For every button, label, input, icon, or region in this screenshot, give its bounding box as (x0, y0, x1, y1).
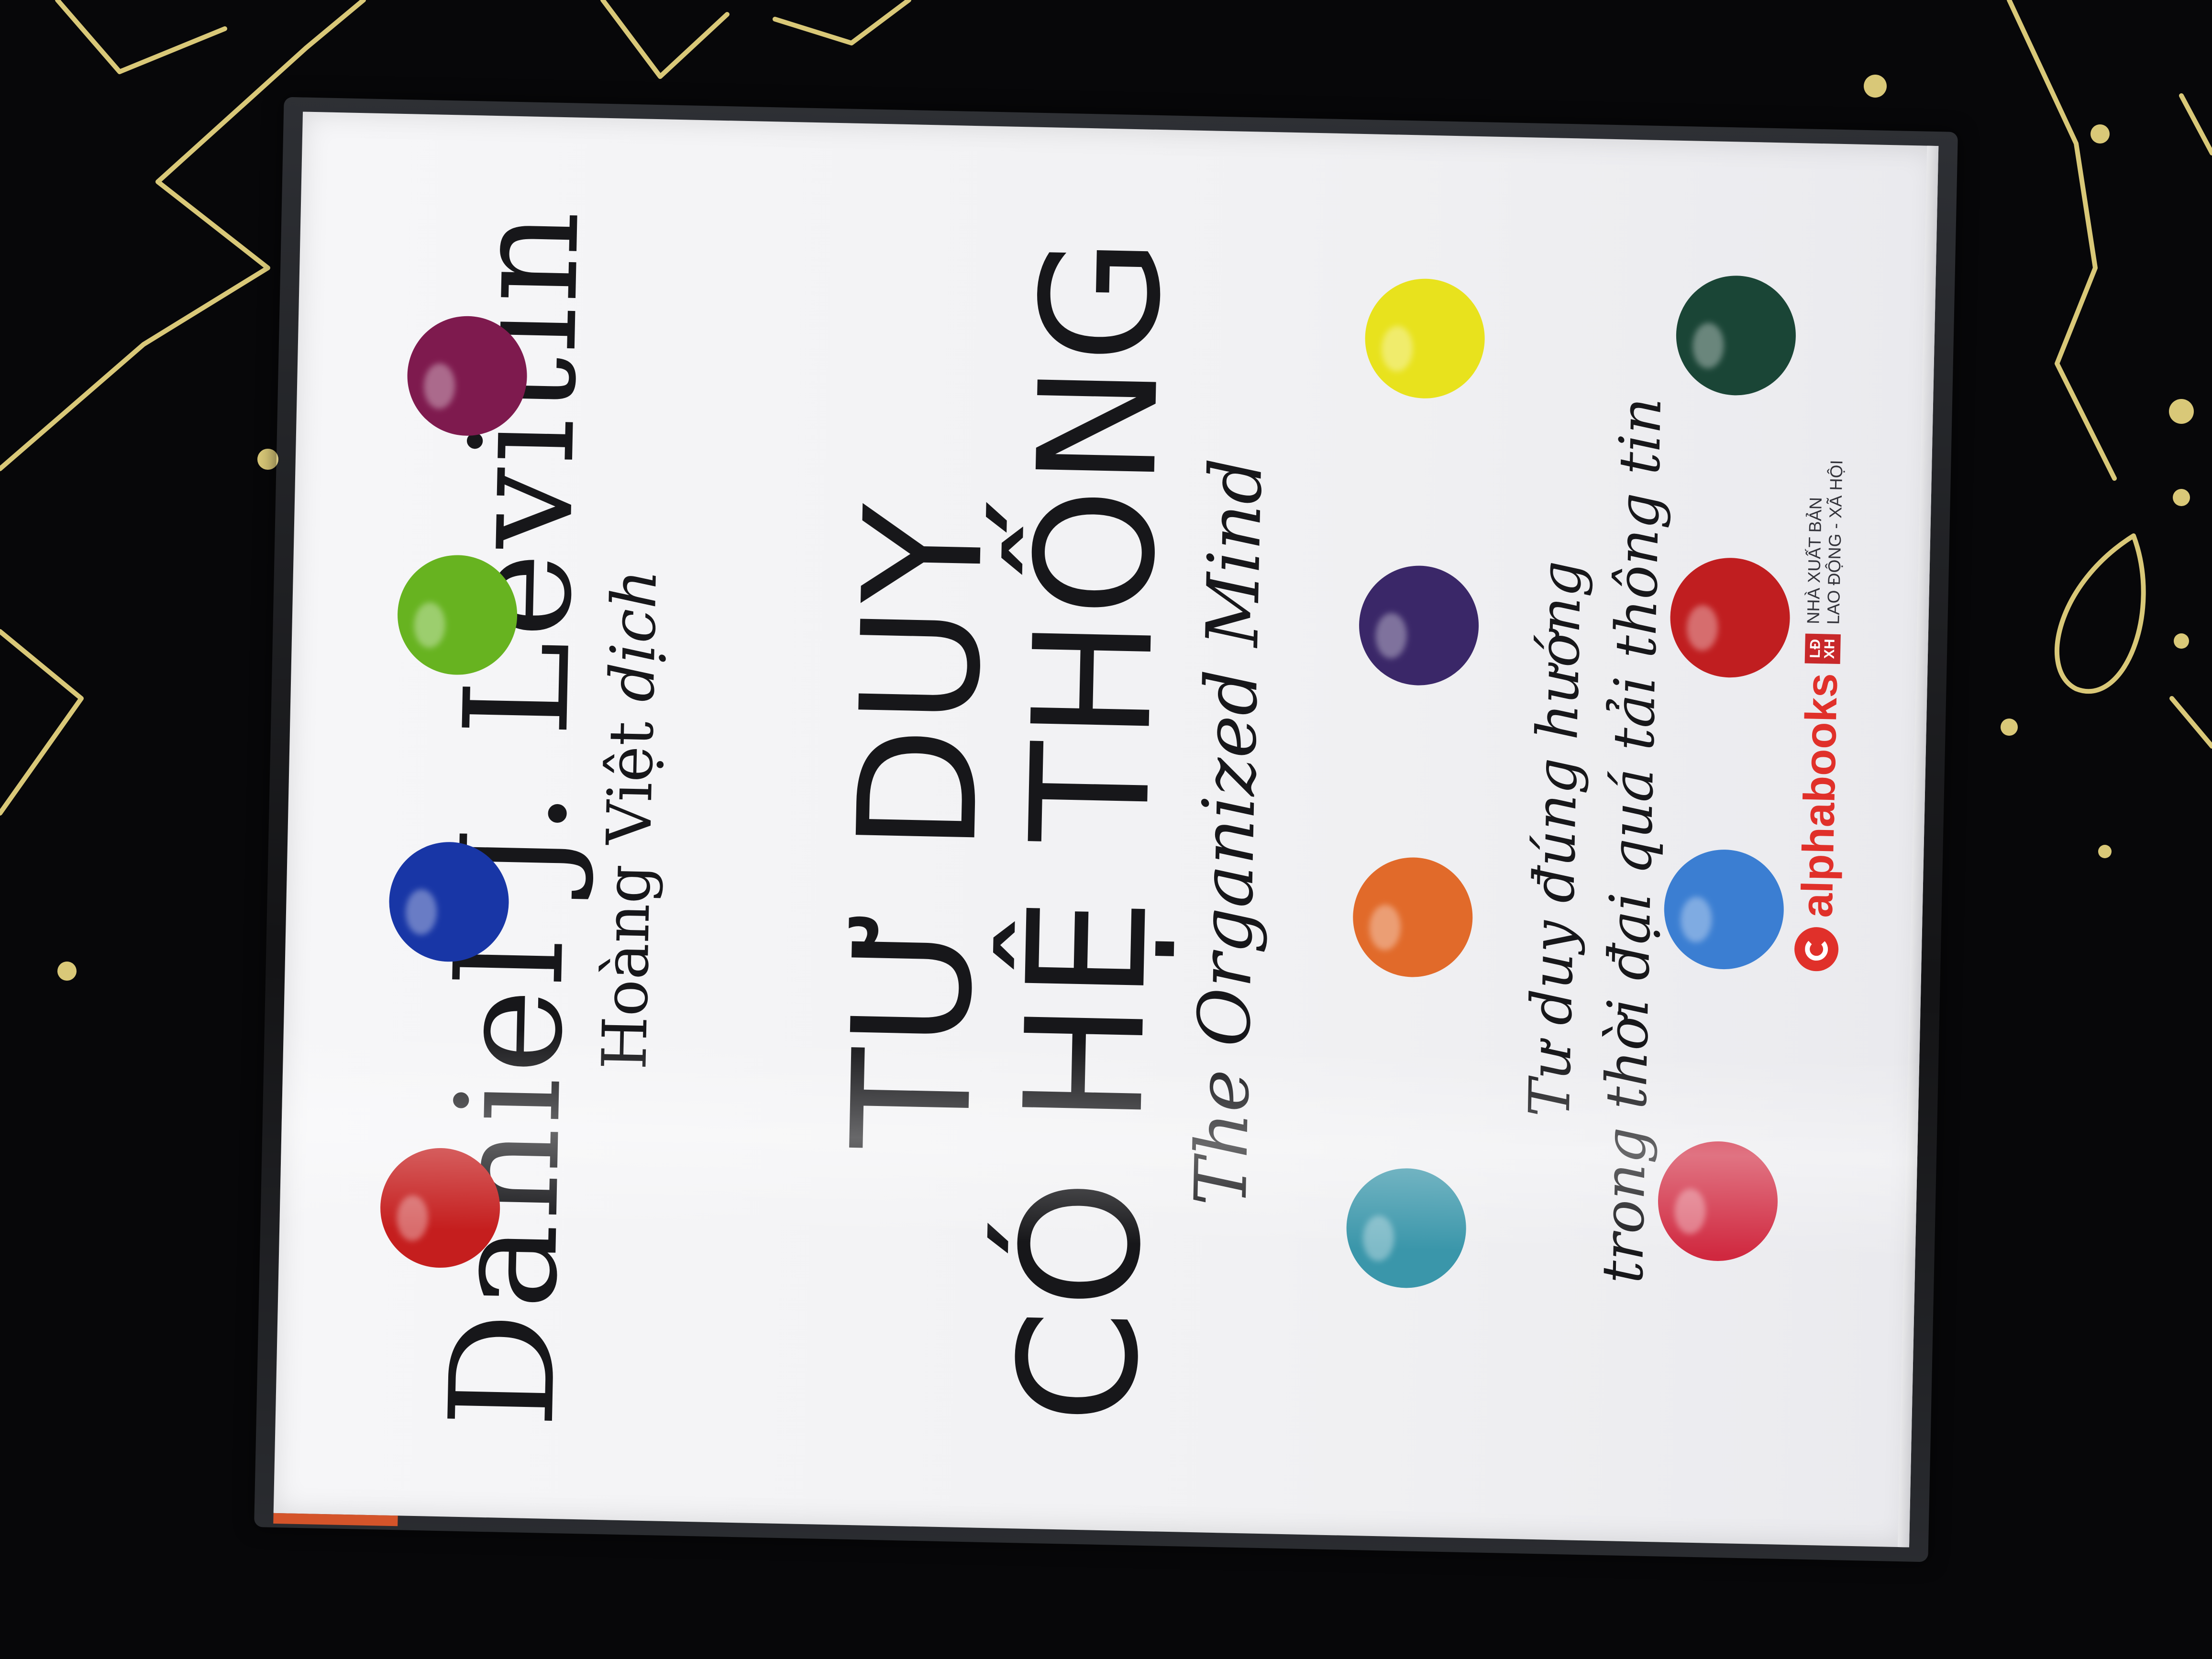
color-dot (1364, 277, 1486, 400)
publishing-house-line2: LAO ĐỘNG - XÃ HỘI (1823, 460, 1847, 625)
book: Daniel J. Levitin Hoàng Việt dịch TƯ DUY… (254, 97, 1958, 1562)
alphabooks-logo-icon (1794, 927, 1839, 972)
publisher-brand: alphabooks (1792, 672, 1847, 918)
color-dot (1663, 848, 1785, 971)
publishing-house-line1: NHÀ XUẤT BẢN (1803, 497, 1825, 625)
color-dot (1358, 564, 1480, 687)
book-title-line2: CÓ HỆ THỐNG (984, 233, 1198, 1426)
publishing-house: NHÀ XUẤT BẢN LAO ĐỘNG - XÃ HỘI (1803, 459, 1847, 625)
color-dot (1351, 856, 1474, 979)
translator-name: Hoàng Việt (589, 720, 668, 1071)
color-dot (1669, 556, 1792, 679)
translator-role: dịch (597, 568, 671, 703)
book-cover: Daniel J. Levitin Hoàng Việt dịch TƯ DUY… (273, 111, 1939, 1548)
color-dot (1345, 1167, 1468, 1289)
publisher-block: alphabooks LĐ XH NHÀ XUẤT BẢN LAO ĐỘNG -… (1787, 459, 1855, 972)
color-dot (1675, 274, 1797, 397)
publisher-badge-icon: LĐ XH (1804, 633, 1841, 664)
color-dot (1657, 1140, 1779, 1262)
